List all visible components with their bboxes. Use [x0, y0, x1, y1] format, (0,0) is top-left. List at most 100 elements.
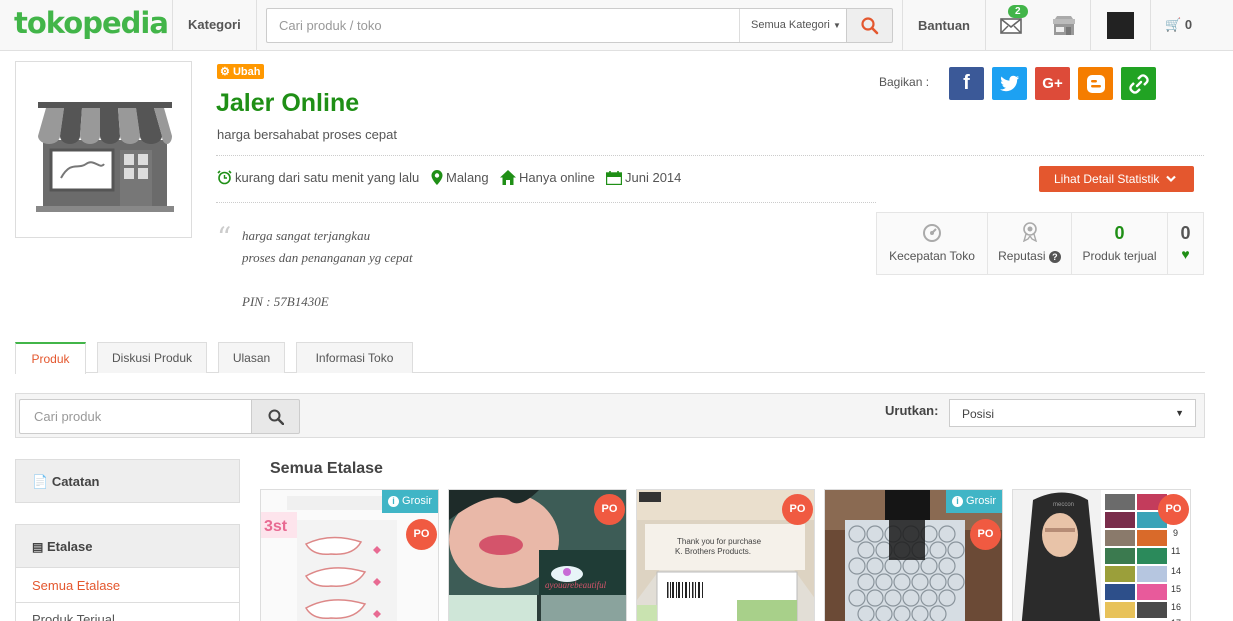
product-card[interactable]: i Grosir PO [824, 489, 1003, 621]
divider [256, 0, 257, 50]
divider [902, 0, 903, 50]
preorder-badge: PO [782, 494, 813, 525]
shop-stats: Kecepatan Toko Reputasi ? 0 Produk terju… [876, 212, 1204, 275]
catatan-label: Catatan [51, 474, 100, 489]
shop-icon[interactable] [1052, 16, 1076, 36]
share-facebook-button[interactable]: f [949, 67, 984, 100]
reputation-stat: Reputasi ? [988, 213, 1072, 274]
tab-diskusi-produk[interactable]: Diskusi Produk [97, 342, 207, 373]
search-icon [268, 409, 284, 425]
search-category-label: Semua Kategori [751, 19, 830, 31]
speedometer-icon [923, 224, 941, 242]
share-twitter-button[interactable] [992, 67, 1027, 100]
heart-icon: ♥ [1181, 246, 1190, 262]
product-card[interactable]: Thank you for purchase K. Brothers Produ… [636, 489, 815, 621]
help-icon[interactable]: ? [1048, 251, 1061, 263]
share-googleplus-button[interactable]: G+ [1035, 67, 1070, 100]
catatan-header[interactable]: 📄 Catatan [15, 459, 240, 503]
etalase-label: Etalase [46, 539, 93, 554]
pin-text: PIN : 57B1430E [242, 294, 329, 309]
tab-informasi-toko[interactable]: Informasi Toko [296, 342, 413, 373]
sort-select[interactable]: Posisi ▼ [949, 399, 1196, 427]
product-card[interactable]: 3st i Grosir PO [260, 489, 439, 621]
global-search: Cari produk / toko Semua Kategori ▼ [266, 8, 893, 43]
products-sold-stat: 0 Produk terjual [1072, 213, 1168, 274]
message-icon[interactable] [1000, 17, 1022, 35]
calendar-icon [605, 171, 623, 186]
edit-shop-button[interactable]: ⚙ Ubah [217, 64, 265, 79]
description-line: proses dan penanganan yg cepat [242, 250, 413, 265]
svg-text:Thank you for purchase: Thank you for purchase [677, 537, 762, 546]
sort-label: Urutkan: [885, 403, 939, 418]
detail-statistics-button[interactable]: Lihat Detail Statistik [1039, 166, 1194, 192]
detail-statistics-label: Lihat Detail Statistik [1054, 172, 1160, 186]
archive-icon: ▤ [32, 540, 44, 554]
location-info: Malang [431, 170, 489, 185]
favorite-count: 0 [1180, 223, 1191, 243]
svg-text:K. Brothers Products.: K. Brothers Products. [675, 547, 751, 556]
favorite-stat[interactable]: 0 ♥ [1168, 213, 1203, 274]
tab-ulasan[interactable]: Ulasan [218, 342, 285, 373]
document-icon: 📄 [32, 474, 49, 489]
tab-produk[interactable]: Produk [15, 342, 86, 374]
edit-shop-label: Ubah [232, 66, 261, 78]
etalase-item-terjual[interactable]: Produk Terjual [32, 612, 115, 621]
help-link[interactable]: Bantuan [918, 18, 970, 33]
share-blogger-button[interactable] [1078, 67, 1113, 100]
map-marker-icon [431, 170, 443, 185]
store-type-info: Hanya online [500, 170, 595, 185]
alarm-clock-icon [217, 170, 232, 185]
tokopedia-logo[interactable]: tokopedia [14, 6, 169, 40]
join-date-info: Juni 2014 [605, 170, 681, 186]
svg-text:15: 15 [1171, 584, 1181, 594]
info-icon: i [951, 496, 963, 507]
svg-text:9: 9 [1173, 528, 1178, 538]
top-navbar: tokopedia Kategori Cari produk / toko Se… [0, 0, 1233, 51]
home-icon [500, 170, 516, 185]
share-label: Bagikan : [879, 75, 930, 89]
grosir-badge: i Grosir [945, 490, 1002, 513]
etalase-item-semua[interactable]: Semua Etalase [32, 578, 120, 593]
cart-button[interactable]: 🛒 0 [1165, 17, 1192, 33]
preorder-badge: PO [594, 494, 625, 525]
product-card[interactable]: 191114151617 meccon PO [1012, 489, 1191, 621]
svg-text:11: 11 [1171, 546, 1180, 556]
products-sold-value: 0 [1114, 223, 1125, 243]
sort-value: Posisi [962, 407, 995, 421]
kategori-menu[interactable]: Kategori [188, 17, 241, 32]
reputation-label-wrap: Reputasi ? [988, 249, 1071, 263]
svg-text:16: 16 [1171, 602, 1181, 612]
store-type-text: Hanya online [519, 170, 595, 185]
svg-text:3st: 3st [264, 518, 288, 535]
divider [172, 0, 173, 50]
user-avatar[interactable] [1107, 12, 1134, 39]
divider [216, 155, 1204, 156]
divider [1150, 0, 1151, 50]
product-search-button[interactable] [251, 399, 300, 434]
caret-down-icon: ▼ [1175, 408, 1184, 418]
facebook-icon: f [963, 72, 970, 94]
last-online-text: kurang dari satu menit yang lalu [235, 170, 420, 185]
preorder-badge: PO [406, 519, 437, 550]
etalase-header[interactable]: ▤ Etalase [15, 524, 240, 568]
product-search-input[interactable]: Cari produk [19, 399, 256, 434]
shop-description: harga sangat terjangkau proses dan penan… [242, 225, 413, 313]
speed-label: Kecepatan Toko [889, 249, 975, 263]
preorder-badge: PO [970, 519, 1001, 550]
gear-icon: ⚙ [220, 66, 230, 78]
search-icon [861, 17, 879, 35]
search-button[interactable] [846, 8, 893, 43]
share-link-button[interactable] [1121, 67, 1156, 100]
search-input[interactable]: Cari produk / toko [279, 18, 382, 33]
section-title: Semua Etalase [270, 460, 383, 477]
product-card[interactable]: ayouarebeautiful PO [448, 489, 627, 621]
search-category-select[interactable]: Semua Kategori ▼ [739, 9, 847, 42]
shop-tabs: Produk Diskusi Produk Ulasan Informasi T… [15, 342, 1205, 374]
twitter-icon [999, 75, 1019, 92]
grosir-label: Grosir [966, 495, 996, 507]
svg-text:14: 14 [1171, 566, 1181, 576]
svg-text:ayouarebeautiful: ayouarebeautiful [545, 580, 607, 590]
divider [216, 202, 876, 203]
chevron-down-icon [1165, 175, 1176, 183]
message-count-badge: 2 [1008, 5, 1028, 18]
